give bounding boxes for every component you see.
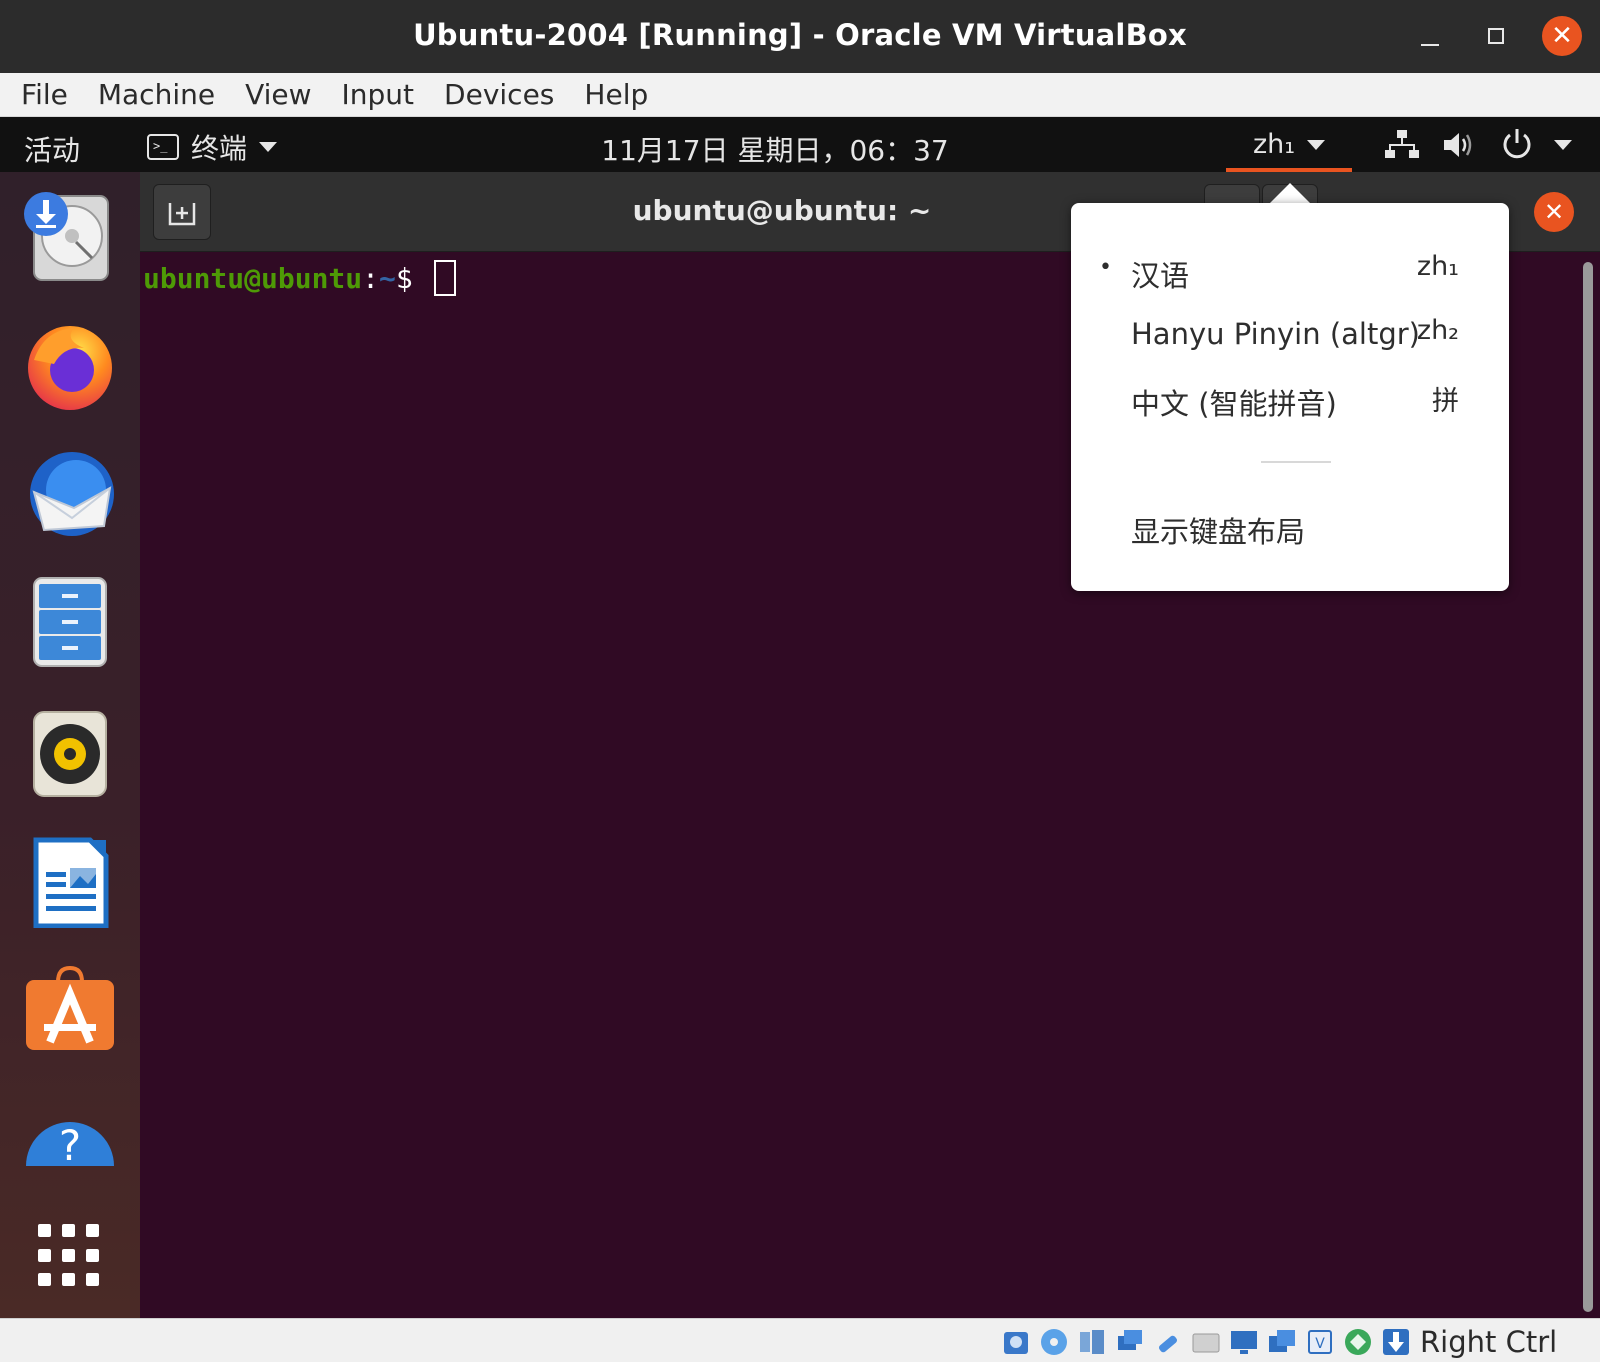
ime-item-label: Hanyu Pinyin (altgr) [1131,317,1420,351]
host-menubar: File Machine View Input Devices Help [0,73,1600,117]
ime-menu-item-pinyin-altgr[interactable]: Hanyu Pinyin (altgr) zh₂ [1071,305,1509,365]
menu-help[interactable]: Help [584,78,648,111]
ime-menu: • 汉语 zh₁ Hanyu Pinyin (altgr) zh₂ 中文 (智能… [1071,203,1509,591]
window-title: Ubuntu-2004 [Running] - Oracle VM Virtua… [413,18,1187,52]
clock[interactable]: 11月17日 星期日，06：37 [0,129,1600,169]
clock-label: 11月17日 星期日，06：37 [601,134,949,167]
dock: ? [0,172,140,1318]
usb-icon[interactable] [1152,1326,1184,1358]
audio-icon[interactable] [1076,1326,1108,1358]
network-icon[interactable] [1114,1326,1146,1358]
writer-icon[interactable] [24,836,116,928]
menu-machine[interactable]: Machine [98,78,215,111]
close-icon: ✕ [1543,198,1565,226]
optical-drive-icon[interactable] [1038,1326,1070,1358]
prompt-user: ubuntu@ubuntu [143,262,363,295]
svg-text:?: ? [59,1121,81,1170]
ime-item-code: 拼 [1432,386,1459,417]
active-marker: • [1099,255,1112,280]
system-menu-chevron-icon[interactable] [1554,140,1572,150]
ime-item-label: 汉语 [1131,259,1190,293]
show-layout-label: 显示键盘布局 [1131,515,1306,549]
terminal-close-button[interactable]: ✕ [1534,192,1574,232]
menu-devices[interactable]: Devices [444,78,554,111]
chevron-down-icon [1307,139,1326,150]
display-icon[interactable] [1228,1326,1260,1358]
top-panel: 活动 >_ 终端 11月17日 星期日，06：37 zh₁ [0,117,1600,172]
show-apps-icon[interactable] [38,1224,102,1288]
software-icon[interactable] [24,966,116,1058]
network-icon[interactable] [1384,129,1420,161]
recording-icon[interactable] [1266,1326,1298,1358]
shared-folder-icon[interactable] [1190,1326,1222,1358]
close-icon: ✕ [1551,21,1573,51]
cpu-icon[interactable]: V [1304,1326,1336,1358]
ime-label: zh₁ [1252,129,1296,160]
menu-separator [1261,461,1331,463]
menu-input[interactable]: Input [342,78,415,111]
show-keyboard-layout-item[interactable]: 显示键盘布局 [1071,497,1509,557]
maximize-button[interactable] [1474,14,1518,58]
installer-icon[interactable] [24,192,116,284]
thunderbird-icon[interactable] [24,448,116,540]
minimize-icon [1421,44,1439,46]
ime-item-code: zh₂ [1416,315,1459,346]
rhythmbox-icon[interactable] [24,708,116,800]
maximize-icon [1488,28,1504,44]
ime-menu-item-hanyu[interactable]: • 汉语 zh₁ [1071,241,1509,301]
files-icon[interactable] [24,576,116,668]
close-button[interactable]: ✕ [1542,16,1582,56]
ime-item-code: zh₁ [1416,251,1459,282]
shell-prompt: ubuntu@ubuntu:~$ [143,260,456,296]
hard-disk-icon[interactable] [1000,1326,1032,1358]
mouse-integration-icon[interactable] [1342,1326,1374,1358]
ime-indicator[interactable]: zh₁ [1226,117,1352,172]
minimize-button[interactable] [1408,14,1452,58]
scrollbar[interactable] [1583,262,1593,1312]
power-icon[interactable] [1500,127,1534,161]
firefox-icon[interactable] [24,320,116,412]
prompt-symbol: $ [395,262,430,295]
host-titlebar: Ubuntu-2004 [Running] - Oracle VM Virtua… [0,0,1600,73]
keyboard-capture-icon[interactable] [1380,1326,1412,1358]
status-icons: V [1000,1326,1418,1358]
text-cursor [433,260,456,296]
ime-menu-item-intelligent-pinyin[interactable]: 中文 (智能拼音) 拼 [1071,369,1509,429]
popup-arrow [1268,183,1312,205]
prompt-path: ~ [379,262,396,295]
volume-icon[interactable] [1442,129,1476,161]
ime-item-label: 中文 (智能拼音) [1131,387,1337,421]
help-icon[interactable]: ? [24,1096,116,1188]
svg-text:V: V [1315,1336,1325,1352]
host-statusbar: V Right Ctrl [0,1318,1600,1362]
menu-view[interactable]: View [245,78,311,111]
prompt-separator: : [362,262,380,295]
host-key-label: Right Ctrl [1420,1325,1558,1359]
menu-file[interactable]: File [21,78,68,111]
